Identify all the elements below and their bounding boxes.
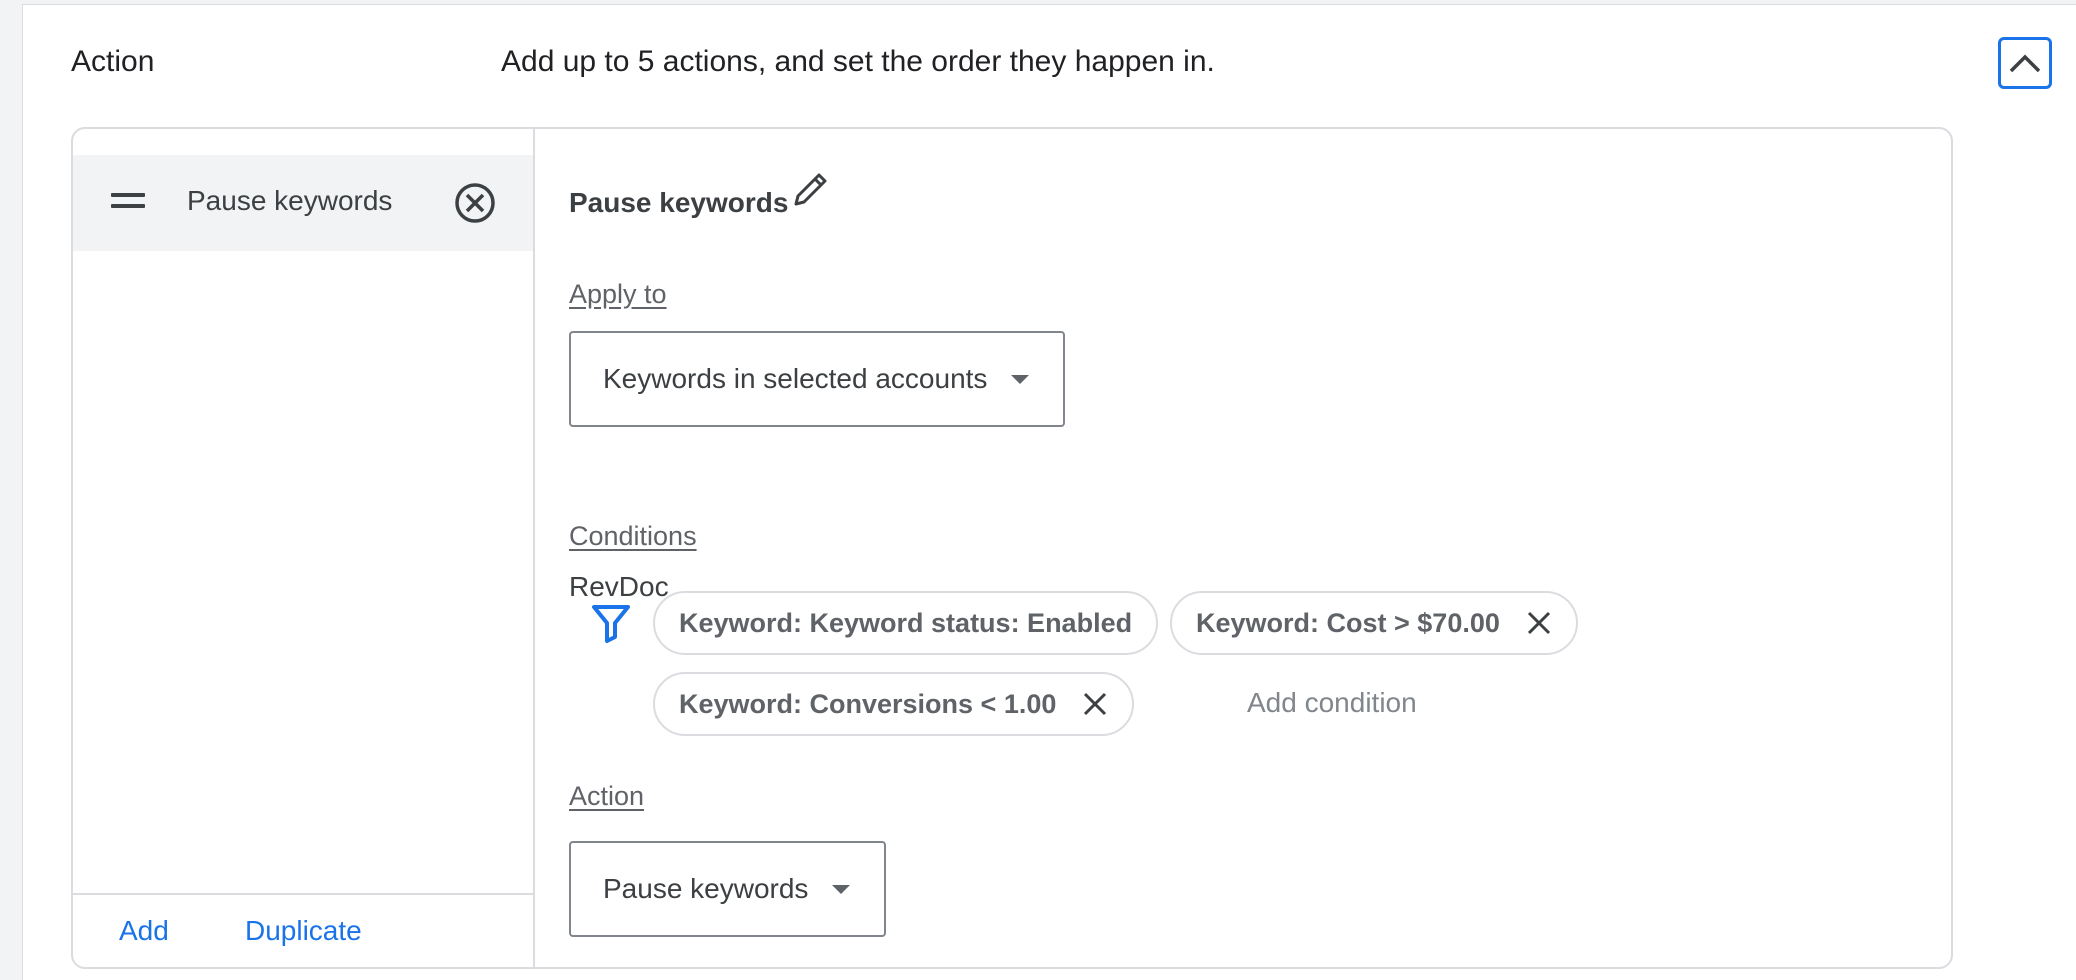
drag-handle-icon[interactable] <box>111 193 147 213</box>
collapse-button[interactable] <box>1998 37 2052 89</box>
condition-chip-label: Keyword: Cost > $70.00 <box>1196 607 1500 638</box>
duplicate-action-button[interactable]: Duplicate <box>245 915 362 947</box>
action-list-item-label: Pause keywords <box>187 185 393 216</box>
action-list-pane: Pause keywords Add Duplicate <box>73 129 535 967</box>
caret-down-icon <box>1011 374 1030 384</box>
action-detail-title: Pause keywords <box>569 187 789 218</box>
filter-icon <box>592 605 630 643</box>
action-editor: Pause keywords Add Duplicate Pause keywo… <box>71 127 1953 969</box>
condition-chip[interactable]: Keyword: Cost > $70.00 <box>1170 591 1578 655</box>
action-list-item[interactable]: Pause keywords <box>73 155 533 251</box>
section-description: Add up to 5 actions, and set the order t… <box>501 45 1215 78</box>
add-condition-input[interactable]: Add condition <box>1247 687 1417 719</box>
caret-down-icon <box>832 884 851 894</box>
action-list-footer: Add Duplicate <box>73 893 533 967</box>
apply-to-dropdown[interactable]: Keywords in selected accounts <box>569 331 1066 427</box>
action-label: Action <box>569 781 645 811</box>
action-card: Action Add up to 5 actions, and set the … <box>22 4 2076 980</box>
close-icon[interactable] <box>1082 691 1108 717</box>
action-dropdown-value: Pause keywords <box>603 873 809 904</box>
apply-to-label: Apply to <box>569 279 667 309</box>
close-icon[interactable] <box>1526 610 1552 636</box>
action-detail-pane: Pause keywords Apply to Keywords in sele… <box>537 129 1951 967</box>
condition-chip-label: Keyword: Keyword status: Enabled <box>679 607 1133 638</box>
action-dropdown[interactable]: Pause keywords <box>569 841 887 937</box>
conditions-label: Conditions <box>569 521 697 551</box>
pencil-icon[interactable] <box>789 167 833 211</box>
add-action-button[interactable]: Add <box>119 915 169 947</box>
condition-chip[interactable]: Keyword: Conversions < 1.00 <box>653 672 1135 736</box>
condition-chip[interactable]: Keyword: Keyword status: Enabled <box>653 591 1159 655</box>
remove-circle-icon[interactable] <box>453 181 497 225</box>
section-title: Action <box>71 45 155 78</box>
condition-chip-label: Keyword: Conversions < 1.00 <box>679 688 1057 719</box>
apply-to-dropdown-value: Keywords in selected accounts <box>603 363 988 394</box>
chevron-up-icon <box>2009 54 2041 73</box>
